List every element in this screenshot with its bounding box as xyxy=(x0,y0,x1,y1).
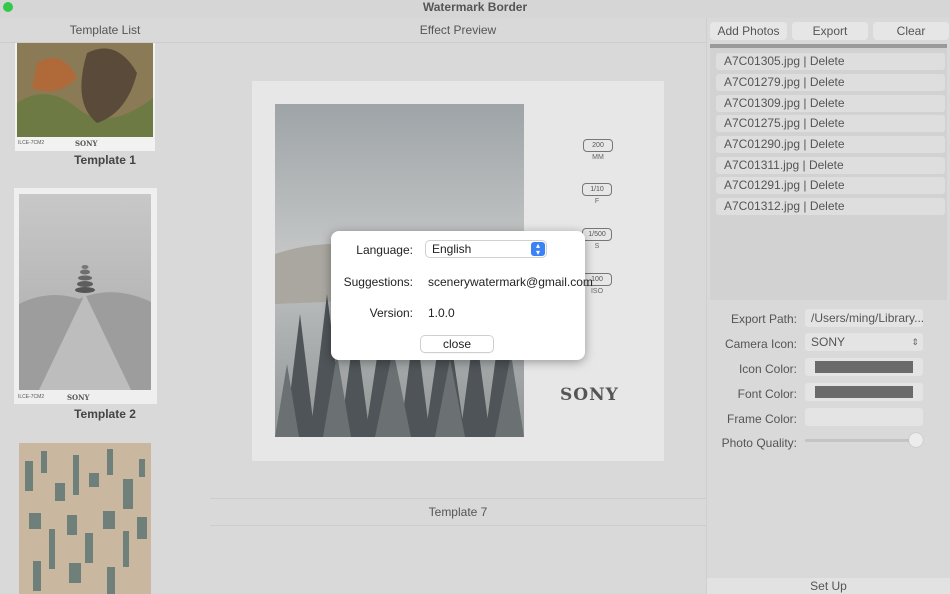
version-value: 1.0.0 xyxy=(428,306,455,320)
suggestions-email[interactable]: scenerywatermark@gmail.com xyxy=(428,275,593,289)
language-label: Language: xyxy=(356,243,413,257)
version-label: Version: xyxy=(369,306,413,320)
language-value: English xyxy=(432,242,472,256)
suggestions-label: Suggestions: xyxy=(343,275,413,289)
updown-arrows-icon: ▴ ▾ xyxy=(531,242,545,257)
settings-dialog: Language: English ▴ ▾ Suggestions: scener… xyxy=(331,231,593,360)
language-select[interactable]: English ▴ ▾ xyxy=(426,241,546,257)
close-button[interactable]: close xyxy=(421,336,493,352)
